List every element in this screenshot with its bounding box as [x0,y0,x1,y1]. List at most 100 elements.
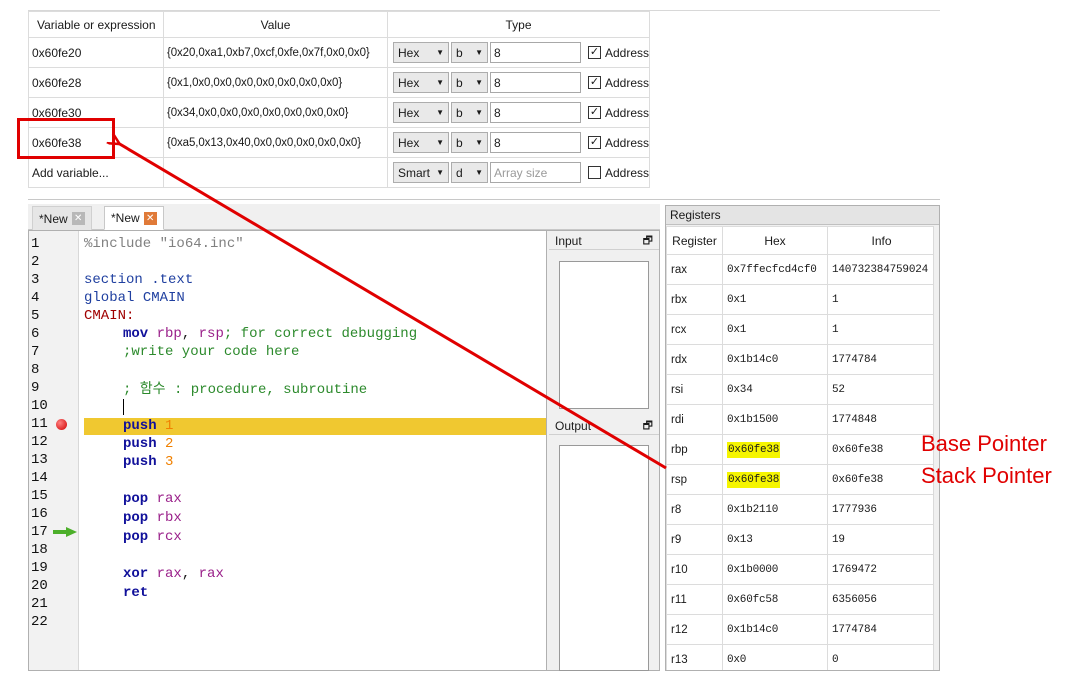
register-row[interactable]: r13 0x0 0 [666,644,936,670]
watch-header-type[interactable]: Type [387,11,650,38]
register-hex-highlighted: 0x60fe38 [727,441,781,458]
tab-label: *New [111,211,140,225]
include-path: "io64.inc" [151,236,244,252]
register-row-rsp[interactable]: rsp 0x60fe38 0x60fe38 [666,464,936,495]
array-size-input[interactable]: Array size [489,162,581,183]
register-row[interactable]: rcx 0x1 1 [666,314,936,345]
register-hex-highlighted: 0x60fe38 [727,471,781,488]
immediate: 3 [165,454,174,470]
size-input[interactable]: 8 [489,72,581,93]
address-checkbox[interactable]: ✓ Address [587,106,649,120]
line-number: 18 [31,542,48,558]
dropdown-arrow-icon: ▼ [475,108,483,117]
line-number: 11 [31,416,48,432]
code-line: section .text [84,272,194,288]
register-name: rbx [666,284,723,315]
checkbox-checked-icon: ✓ [587,106,601,119]
register-hex: 0x1 [722,284,828,315]
size-input[interactable]: 8 [489,42,581,63]
register-info: 1769472 [827,554,936,585]
format-select[interactable]: Hex ▼ [393,102,449,123]
size-input[interactable]: 8 [489,102,581,123]
watch-row: 0x60fe28 {0x1,0x0,0x0,0x0,0x0,0x0,0x0,0x… [28,67,650,98]
output-textarea[interactable] [559,445,649,671]
global-keyword: global [84,290,143,306]
add-variable-cell[interactable]: Add variable... [28,157,164,188]
registers-header-hex[interactable]: Hex [722,226,828,255]
breakpoint-icon[interactable] [56,419,67,430]
code-editor[interactable]: 1 2 3 4 5 6 7 8 9 10 11 12 13 14 15 16 1… [28,230,546,671]
watch-variable-cell[interactable]: 0x60fe20 [28,37,164,68]
line-number-gutter[interactable]: 1 2 3 4 5 6 7 8 9 10 11 12 13 14 15 16 1… [29,231,79,670]
address-label: Address [604,165,649,180]
register-row[interactable]: rdx 0x1b14c0 1774784 [666,344,936,375]
dropdown-arrow-icon: ▼ [436,48,444,57]
register-row[interactable]: r9 0x13 19 [666,524,936,555]
register-row-rbp[interactable]: rbp 0x60fe38 0x60fe38 [666,434,936,465]
register-hex: 0x1b2110 [722,494,828,525]
close-icon[interactable]: ✕ [71,212,85,225]
register-info: 1777936 [827,494,936,525]
watch-variable-cell[interactable]: 0x60fe28 [28,67,164,98]
register-row[interactable]: r12 0x1b14c0 1774784 [666,614,936,645]
tab-new-1[interactable]: *New ✕ [32,206,92,230]
format-select[interactable]: Smart ▼ [393,162,449,183]
unit-select[interactable]: b ▼ [450,132,488,153]
register-name: rax [666,254,723,285]
register-hex-cell: 0x60fe38 [722,464,828,495]
text-caret [123,399,124,415]
watch-table: Variable or expression Value Type 0x60fe… [28,11,650,188]
unit-select-value: b [455,105,463,120]
instruction: pop [123,529,157,545]
format-select[interactable]: Hex ▼ [393,132,449,153]
line-number: 9 [31,380,40,396]
watch-bottom-border [28,199,940,200]
registers-header-register[interactable]: Register [666,226,723,255]
unit-select[interactable]: d ▼ [450,162,488,183]
register-row[interactable]: rbx 0x1 1 [666,284,936,315]
restore-window-icon[interactable]: 🗗 [643,417,653,435]
register-name: rdi [666,404,723,435]
tab-new-2[interactable]: *New ✕ [104,206,164,230]
dropdown-arrow-icon: ▼ [475,168,483,177]
register-hex: 0x1b14c0 [722,614,828,645]
tab-label: *New [39,211,68,226]
input-textarea[interactable] [559,261,649,409]
editor-tab-bar: *New ✕ *New ✕ [28,204,660,230]
size-input[interactable]: 8 [489,132,581,153]
unit-select[interactable]: b ▼ [450,102,488,123]
watch-row: 0x60fe20 {0x20,0xa1,0xb7,0xcf,0xfe,0x7f,… [28,37,650,68]
address-checkbox[interactable]: ✓ Address [587,76,649,90]
register-hex: 0x1b14c0 [722,344,828,375]
close-icon[interactable]: ✕ [143,211,157,225]
unit-select[interactable]: b ▼ [450,72,488,93]
register-row[interactable]: r10 0x1b0000 1769472 [666,554,936,585]
input-label: Input [555,234,582,248]
registers-header-info[interactable]: Info [827,226,936,255]
line-number: 1 [31,236,40,252]
annotation-highlight-box [17,118,115,159]
register-row[interactable]: rdi 0x1b1500 1774848 [666,404,936,435]
register-row[interactable]: r8 0x1b2110 1777936 [666,494,936,525]
watch-header-variable[interactable]: Variable or expression [28,11,164,38]
unit-select[interactable]: b ▼ [450,42,488,63]
address-checkbox[interactable]: Address [587,165,649,180]
code-line: push 2 [123,435,173,453]
restore-window-icon[interactable]: 🗗 [643,232,653,250]
watch-header-value[interactable]: Value [163,11,388,38]
register-row[interactable]: rsi 0x34 52 [666,374,936,405]
checkbox-unchecked-icon [587,166,601,179]
line-number: 12 [31,434,48,450]
line-number: 15 [31,488,48,504]
register-row[interactable]: rax 0x7ffecfcd4cf0 140732384759024 [666,254,936,285]
line-number: 5 [31,308,40,324]
format-select[interactable]: Hex ▼ [393,42,449,63]
address-checkbox[interactable]: ✓ Address [587,46,649,60]
format-select[interactable]: Hex ▼ [393,72,449,93]
dropdown-arrow-icon: ▼ [475,48,483,57]
line-number-current: 17 [31,523,79,541]
address-checkbox[interactable]: ✓ Address [587,136,649,150]
code-line: %include "io64.inc" [84,235,244,253]
register-row[interactable]: r11 0x60fc58 6356056 [666,584,936,615]
register-info: 1 [827,284,936,315]
